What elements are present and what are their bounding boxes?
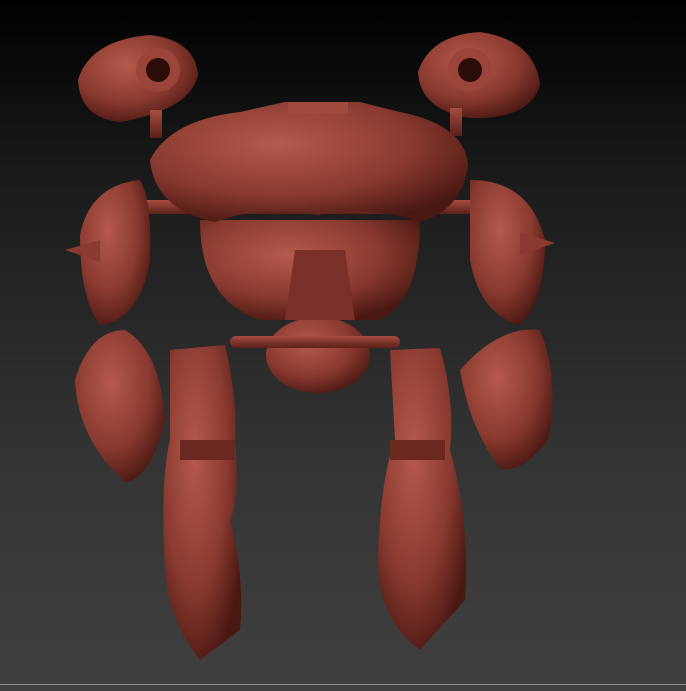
right-leg (378, 348, 466, 650)
head-shell (150, 102, 468, 222)
left-arm (65, 180, 165, 482)
robot-model (65, 32, 555, 660)
3d-viewport[interactable] (0, 0, 686, 691)
right-arm (460, 180, 555, 470)
right-cannon (418, 32, 540, 136)
left-leg (163, 345, 242, 660)
left-cannon (78, 35, 198, 138)
viewport-bottom-divider (0, 684, 686, 685)
